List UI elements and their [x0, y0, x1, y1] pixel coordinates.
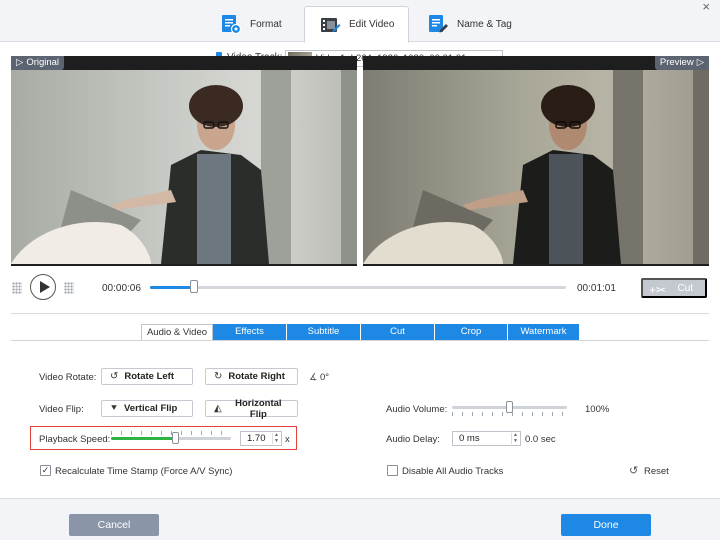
- spinner-arrows-icon[interactable]: ▲ ▼: [272, 432, 280, 444]
- rotate-right-button[interactable]: ↻ Rotate Right: [205, 368, 298, 385]
- reset-button[interactable]: Reset: [644, 466, 669, 477]
- tab-watermark[interactable]: Watermark: [508, 324, 580, 341]
- audio-volume-value: 100%: [585, 404, 610, 415]
- tab-name-and-tag-label: Name & Tag: [457, 18, 512, 30]
- tab-audio-video[interactable]: Audio & Video: [141, 324, 213, 341]
- playback-speed-fill: [111, 437, 176, 440]
- tab-format-label: Format: [250, 18, 282, 30]
- audio-delay-input[interactable]: 0 ms ▲ ▼: [452, 431, 521, 446]
- scissors-icon: +✂: [649, 283, 667, 297]
- playback-speed-value: 1.70: [247, 433, 266, 444]
- playback-speed-input[interactable]: 1.70 ▲ ▼: [240, 431, 282, 446]
- playback-speed-label: Playback Speed:: [39, 434, 111, 445]
- play-button[interactable]: [30, 274, 56, 300]
- preview-label: Preview: [659, 57, 694, 68]
- seek-bar[interactable]: [150, 280, 566, 293]
- cut-button-label: Cut: [677, 282, 693, 294]
- playback-speed-unit: x: [285, 434, 290, 445]
- play-outline-icon: ▷: [696, 57, 704, 68]
- tab-edit-video-label: Edit Video: [349, 19, 395, 30]
- audio-volume-label: Audio Volume:: [386, 404, 448, 415]
- audio-delay-value: 0 ms: [459, 433, 480, 444]
- done-button[interactable]: Done: [561, 514, 651, 536]
- rotate-angle-value: 0°: [320, 372, 330, 383]
- disable-audio-checkbox[interactable]: [387, 465, 398, 476]
- preview-badge: Preview ▷: [654, 56, 709, 70]
- recalc-timestamp-checkbox[interactable]: ✓: [40, 465, 51, 476]
- horizontal-flip-label: Horizontal Flip: [235, 397, 282, 420]
- grip-handle-icon[interactable]: [64, 282, 74, 294]
- section-divider: [11, 313, 709, 314]
- cut-button[interactable]: +✂ Cut: [641, 278, 707, 298]
- original-video-frame: [11, 70, 357, 264]
- disable-audio-label: Disable All Audio Tracks: [402, 466, 504, 477]
- rotate-left-button[interactable]: ↺ Rotate Left: [101, 368, 193, 385]
- rotate-right-label: Rotate Right: [228, 371, 285, 382]
- rotate-left-label: Rotate Left: [124, 371, 175, 382]
- original-pane: ▷ Original: [11, 56, 357, 266]
- total-time: 00:01:01: [577, 283, 616, 294]
- tag-edit-icon: [429, 15, 448, 33]
- original-label: Original: [26, 57, 60, 68]
- tab-format[interactable]: Format: [206, 6, 296, 42]
- preview-pane: Preview ▷: [363, 56, 709, 266]
- vertical-flip-label: Vertical Flip: [124, 403, 178, 414]
- audio-delay-label: Audio Delay:: [386, 434, 440, 445]
- preview-frame-image: [363, 70, 709, 264]
- tab-effects[interactable]: Effects: [213, 324, 287, 341]
- horizontal-flip-button[interactable]: ◭ Horizontal Flip: [205, 397, 298, 420]
- current-time: 00:00:06: [102, 283, 141, 294]
- recalc-timestamp-label: Recalculate Time Stamp (Force A/V Sync): [55, 466, 233, 477]
- player-controls: 00:00:06 00:01:01 +✂ Cut: [0, 270, 720, 306]
- rotate-left-icon: ↺: [110, 371, 119, 382]
- format-settings-icon: [222, 15, 242, 35]
- edit-sub-tabs: Audio & Video Effects Subtitle Cut Crop …: [141, 324, 580, 341]
- grip-handle-icon[interactable]: [12, 282, 22, 294]
- tab-crop[interactable]: Crop: [435, 324, 508, 341]
- tab-edit-video[interactable]: Edit Video: [304, 6, 410, 43]
- close-icon[interactable]: ×: [702, 0, 710, 14]
- video-flip-label: Video Flip:: [39, 404, 84, 415]
- spinner-arrows-icon[interactable]: ▲ ▼: [511, 432, 519, 444]
- original-frame-image: [11, 70, 357, 264]
- play-outline-icon: ▷: [16, 57, 24, 68]
- dialog-footer: Cancel Done: [0, 498, 720, 540]
- preview-video-frame: [363, 70, 709, 264]
- tab-subtitle[interactable]: Subtitle: [287, 324, 361, 341]
- seek-handle[interactable]: [189, 280, 198, 293]
- audio-volume-ticks: [452, 412, 567, 416]
- original-badge: ▷ Original: [11, 56, 65, 70]
- seek-bar-fill: [150, 286, 194, 289]
- reset-icon[interactable]: ↺: [629, 464, 638, 477]
- cancel-button[interactable]: Cancel: [69, 514, 159, 536]
- playback-speed-ticks: [111, 431, 231, 435]
- vertical-flip-button[interactable]: ⯆ Vertical Flip: [101, 400, 193, 417]
- playback-speed-slider[interactable]: [111, 432, 231, 444]
- rotate-right-icon: ↻: [214, 371, 223, 382]
- vertical-flip-icon: ⯆: [110, 403, 118, 414]
- audio-delay-seconds: 0.0 sec: [525, 434, 556, 445]
- horizontal-flip-icon: ◭: [214, 403, 222, 414]
- film-edit-icon: [321, 17, 341, 32]
- tab-cut[interactable]: Cut: [361, 324, 435, 341]
- video-rotate-label: Video Rotate:: [39, 372, 97, 383]
- top-tab-bar: Format Edit Video Name & Tag ×: [0, 0, 720, 43]
- audio-volume-slider[interactable]: [452, 401, 567, 413]
- angle-icon: ∡: [309, 372, 318, 383]
- tab-name-and-tag[interactable]: Name & Tag: [413, 6, 526, 42]
